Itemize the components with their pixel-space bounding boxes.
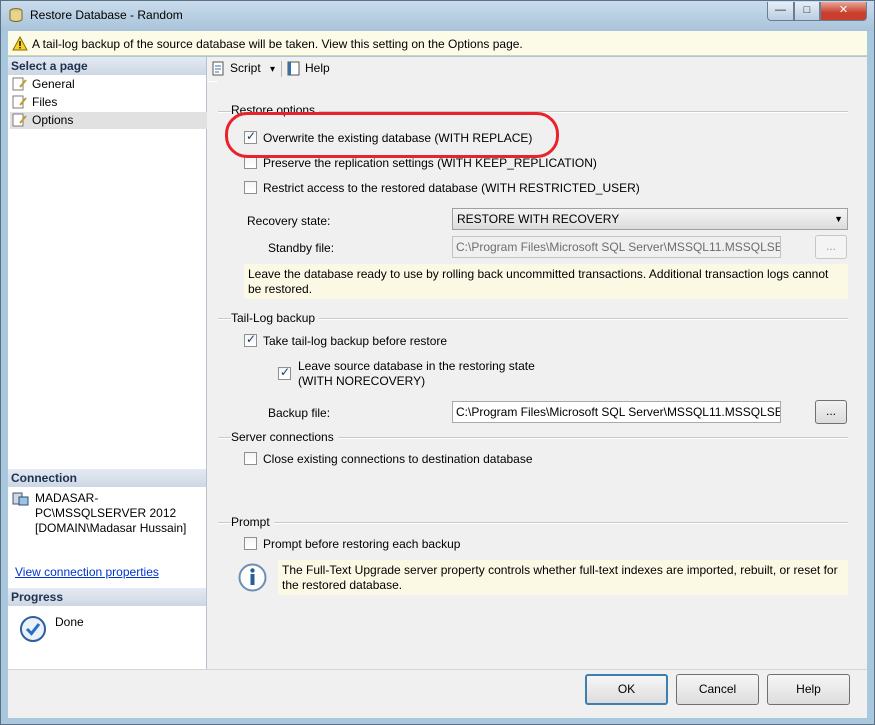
standby-browse-button[interactable]: ... — [815, 235, 847, 259]
prompt-before-restore-label: Prompt before restoring each backup — [263, 537, 461, 551]
progress-header: Progress — [8, 588, 206, 606]
database-restore-icon — [9, 8, 23, 22]
select-page-header: Select a page — [8, 57, 206, 75]
page-item-label: General — [32, 77, 75, 91]
info-icon — [238, 563, 267, 592]
options-content: Restore options Overwrite the existing d… — [218, 81, 867, 669]
tail-log-header: Tail-Log backup — [231, 311, 320, 325]
server-connection-icon — [12, 492, 29, 506]
minimize-button[interactable]: — — [767, 2, 794, 21]
page-item-label: Files — [32, 95, 58, 109]
page-wrench-icon — [12, 95, 27, 109]
info-bar-text: A tail-log backup of the source database… — [32, 37, 523, 51]
recovery-state-dropdown[interactable]: RESTORE WITH RECOVERY ▼ — [452, 208, 848, 230]
warning-icon — [12, 36, 28, 51]
restrict-access-checkbox[interactable] — [244, 181, 257, 194]
script-button[interactable]: Script ▾ — [210, 60, 275, 77]
help-toolbar-button[interactable]: Help — [285, 60, 330, 77]
leave-restoring-label-line1: Leave source database in the restoring s… — [298, 359, 535, 373]
recovery-state-label: Recovery state: — [247, 214, 331, 228]
help-book-icon — [287, 61, 300, 76]
recovery-description: Leave the database ready to use by rolli… — [244, 264, 848, 299]
script-dropdown-arrow[interactable]: ▾ — [270, 64, 275, 75]
preserve-replication-label: Preserve the replication settings (WITH … — [263, 156, 597, 170]
prompt-before-restore-checkbox[interactable] — [244, 537, 257, 550]
standby-file-field[interactable]: C:\Program Files\Microsoft SQL Server\MS… — [452, 236, 781, 258]
help-button[interactable]: Help — [767, 674, 850, 705]
backup-file-browse-button[interactable]: ... — [815, 400, 847, 424]
script-label: Script — [230, 61, 261, 75]
restore-database-window: Restore Database - Random — □ ✕ A tail-l… — [0, 0, 875, 725]
backup-file-field[interactable]: C:\Program Files\Microsoft SQL Server\MS… — [452, 401, 781, 423]
page-wrench-icon — [12, 113, 27, 127]
left-pane: Select a page General Files Options Conn… — [8, 57, 222, 669]
connection-header: Connection — [8, 469, 206, 487]
done-checkmark-icon — [20, 616, 46, 642]
server-connections-header: Server connections — [231, 430, 338, 444]
chevron-down-icon: ▼ — [834, 214, 843, 224]
backup-file-label: Backup file: — [268, 406, 331, 420]
title-bar[interactable]: Restore Database - Random — □ ✕ — [1, 1, 874, 31]
restrict-access-label: Restrict access to the restored database… — [263, 181, 640, 195]
close-connections-checkbox[interactable] — [244, 452, 257, 465]
page-item-files[interactable]: Files — [12, 94, 57, 111]
take-tail-log-label: Take tail-log backup before restore — [263, 334, 448, 348]
maximize-button[interactable]: □ — [794, 2, 820, 21]
close-connections-label: Close existing connections to destinatio… — [263, 452, 533, 466]
close-button[interactable]: ✕ — [820, 2, 867, 21]
leave-restoring-checkbox[interactable] — [278, 365, 291, 380]
section-divider — [218, 522, 848, 524]
view-connection-properties-link[interactable]: View connection properties — [15, 565, 159, 579]
left-bottom-panel — [8, 669, 207, 718]
help-toolbar-label: Help — [305, 61, 330, 75]
prompt-header: Prompt — [231, 515, 274, 529]
connection-info: MADASAR-PC\MSSQLSERVER 2012 [DOMAIN\Mada… — [35, 491, 187, 535]
info-bar: A tail-log backup of the source database… — [8, 31, 867, 56]
page-wrench-icon — [12, 77, 27, 91]
red-highlight-annotation — [225, 112, 559, 158]
full-text-info-text: The Full-Text Upgrade server property co… — [278, 560, 848, 595]
window-title: Restore Database - Random — [30, 8, 183, 22]
standby-file-label: Standby file: — [268, 241, 335, 255]
ok-button[interactable]: OK — [585, 674, 668, 705]
toolbar-separator — [281, 61, 282, 77]
page-item-label: Options — [32, 113, 74, 127]
page-item-options[interactable]: Options — [10, 112, 222, 129]
toolbar: Script ▾ Help — [207, 57, 867, 82]
take-tail-log-checkbox[interactable] — [244, 332, 257, 347]
recovery-state-value: RESTORE WITH RECOVERY — [457, 212, 620, 226]
page-item-general[interactable]: General — [12, 76, 75, 93]
script-icon — [212, 61, 224, 76]
cancel-button[interactable]: Cancel — [676, 674, 759, 705]
dialog-button-bar: OK Cancel Help — [207, 669, 867, 718]
progress-status: Done — [55, 615, 84, 629]
leave-restoring-label-line2: (WITH NORECOVERY) — [298, 374, 426, 388]
